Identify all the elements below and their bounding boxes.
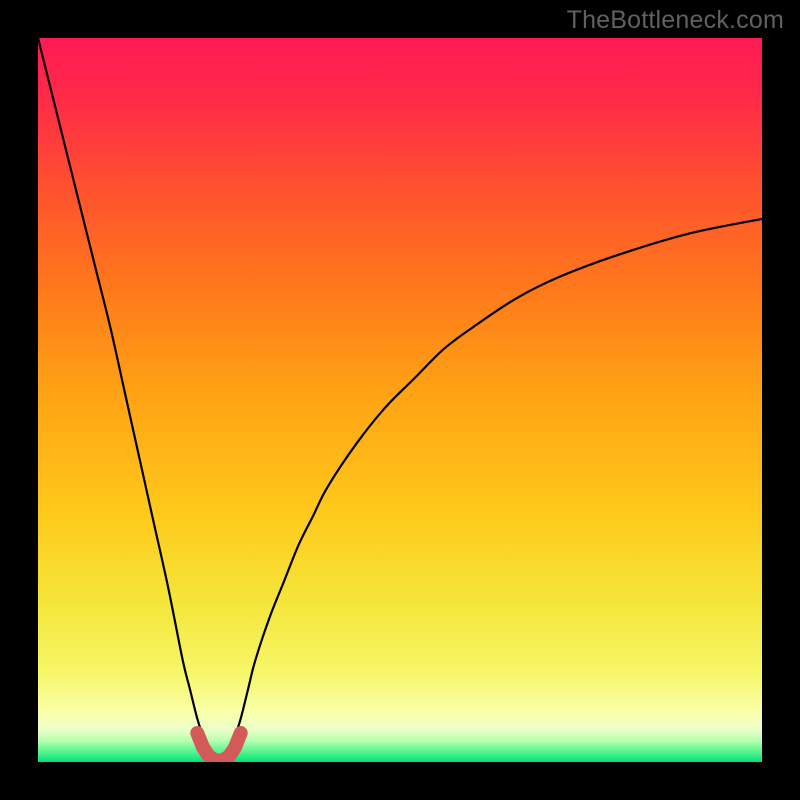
watermark-text: TheBottleneck.com (567, 6, 784, 35)
chart-plot (38, 38, 762, 762)
chart-frame: TheBottleneck.com (0, 0, 800, 800)
plot-background (38, 38, 762, 762)
